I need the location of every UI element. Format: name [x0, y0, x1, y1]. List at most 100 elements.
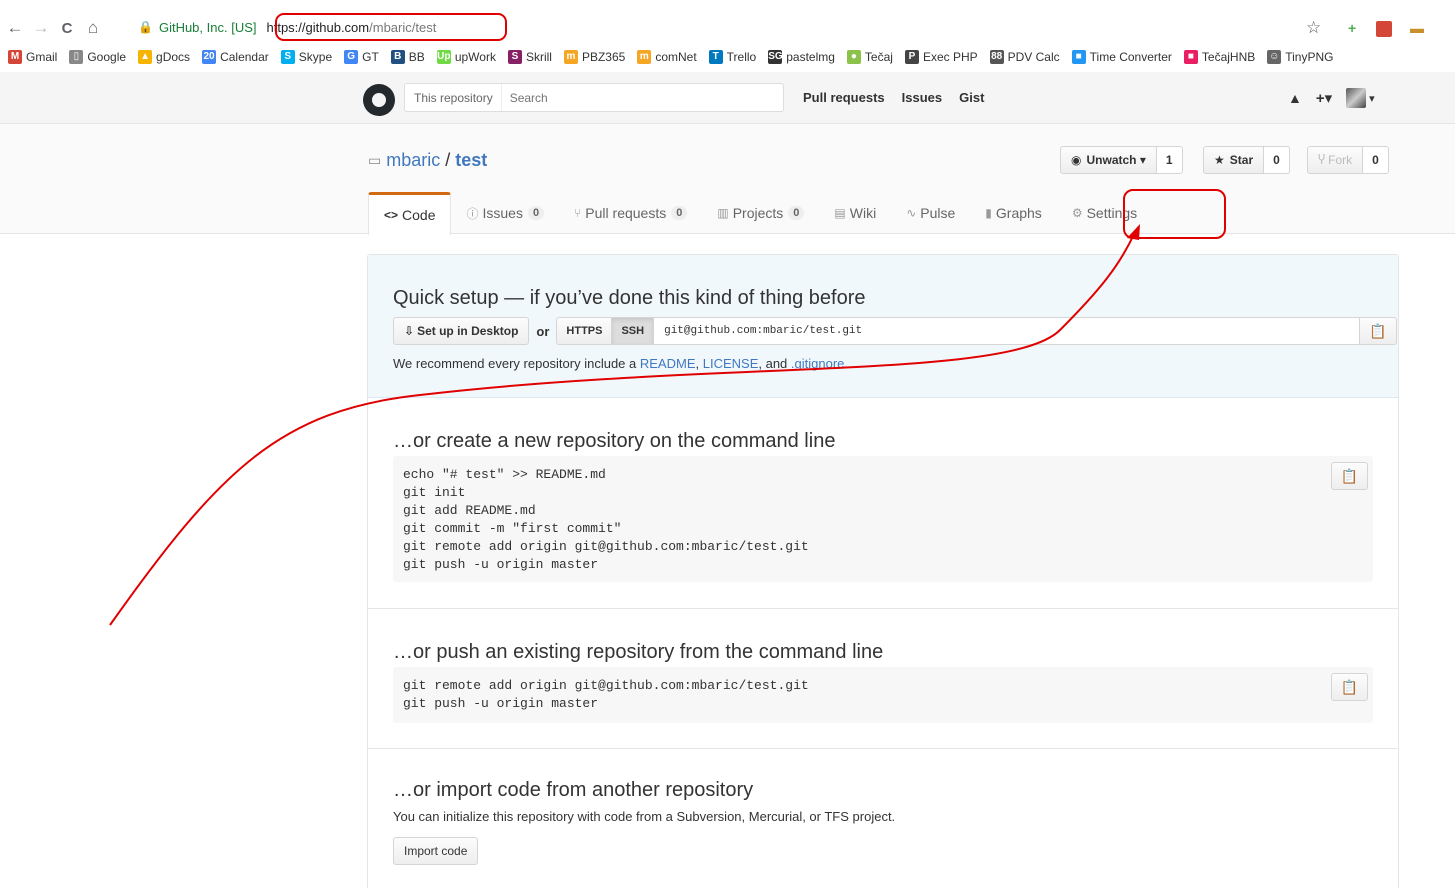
license-link[interactable]: LICENSE — [703, 356, 759, 371]
tab-settings[interactable]: ⚙ Settings — [1057, 192, 1152, 234]
search-input[interactable] — [501, 90, 762, 105]
unwatch-button[interactable]: ◉ Unwatch ▾ — [1060, 146, 1157, 174]
bookmark-item[interactable]: S Skrill — [507, 50, 552, 64]
avatar[interactable] — [1346, 88, 1367, 108]
tab-pulse-icon: ∿ — [906, 206, 917, 220]
bookmark-label: upWork — [454, 50, 496, 64]
bookmark-label: pastelmg — [786, 50, 835, 64]
repo-head: ▭ mbaric / test ◉ Unwatch ▾ 1 ★ Star 0 Ⴤ Fo… — [0, 124, 1455, 235]
tab-graphs-icon: ▮ — [985, 206, 992, 220]
bookmark-item[interactable]: G GT — [344, 50, 379, 64]
bookmark-favicon-icon: G — [344, 50, 359, 64]
repo-owner-link[interactable]: mbaric — [386, 150, 440, 171]
tab-pulse[interactable]: ∿ Pulse — [891, 192, 970, 234]
tab-graphs[interactable]: ▮ Graphs — [970, 192, 1057, 234]
bookmark-label: Google — [87, 50, 127, 64]
forward-icon[interactable]: → — [30, 18, 52, 38]
nav-issues[interactable]: Issues — [902, 90, 942, 105]
tab-counter: 0 — [527, 206, 545, 220]
nav-gist[interactable]: Gist — [959, 90, 984, 105]
tab-code[interactable]: <> Code — [368, 192, 452, 235]
recommend-note: We recommend every repository include a … — [393, 356, 849, 371]
search-box[interactable]: This repository — [404, 83, 784, 112]
bookmark-item[interactable]: M Gmail — [8, 50, 57, 64]
bookmark-label: gDocs — [156, 50, 191, 64]
tab-issues[interactable]: ⓘ Issues 0 — [451, 192, 559, 234]
clipboard-icon[interactable]: 📋 — [1331, 462, 1368, 490]
bookmark-favicon-icon: m — [563, 50, 578, 64]
bookmark-item[interactable]: T Trello — [708, 50, 756, 64]
bookmarks-bar: M Gmail ▯ Google ▲ gDocs 20 Calendar S Skype G GT B B… — [0, 46, 1455, 68]
back-icon[interactable]: ← — [4, 18, 26, 38]
bookmark-item[interactable]: B BB — [390, 50, 425, 64]
bookmark-favicon-icon: T — [708, 50, 723, 64]
extension-bookmark-icon[interactable]: ▬ — [1410, 20, 1424, 36]
bookmark-item[interactable]: ☺ TinyPNG — [1267, 50, 1333, 64]
clipboard-icon[interactable]: 📋 — [1360, 317, 1398, 345]
bookmark-item[interactable]: ■ Time Converter — [1071, 50, 1172, 64]
https-toggle[interactable]: HTTPS — [556, 317, 613, 345]
setup-desktop-button[interactable]: ⇩ Set up in Desktop — [393, 317, 530, 345]
create-section-title: …or create a new repository on the comma… — [393, 430, 836, 452]
watch-count[interactable]: 1 — [1156, 146, 1183, 174]
nav-pull-requests[interactable]: Pull requests — [803, 90, 885, 105]
bookmark-item[interactable]: m comNet — [637, 50, 697, 64]
push-repo-section: …or push an existing repository from the… — [368, 609, 1398, 749]
fork-count[interactable]: 0 — [1363, 146, 1389, 174]
address-bar[interactable]: 🔒 GitHub, Inc. [US] https://github.com/m… — [138, 11, 1338, 43]
import-code-button[interactable]: Import code — [393, 837, 479, 865]
bookmark-item[interactable]: P Exec PHP — [904, 50, 978, 64]
tab-wiki-icon: ▤ — [834, 206, 846, 220]
bookmark-item[interactable]: ■ TečajHNB — [1183, 50, 1255, 64]
import-note: You can initialize this repository with … — [393, 809, 896, 824]
desktop-download-icon: ⇩ — [404, 324, 415, 338]
ssh-toggle[interactable]: SSH — [612, 317, 655, 345]
avatar-caret-icon[interactable]: ▾ — [1369, 92, 1375, 105]
create-new-icon[interactable]: +▾ — [1316, 89, 1332, 107]
reload-icon[interactable]: C — [56, 20, 78, 37]
create-commands[interactable]: echo "# test" >> README.md git init git … — [393, 456, 1373, 574]
repo-icon: ▭ — [368, 152, 382, 168]
push-commands[interactable]: git remote add origin git@github.com:mba… — [393, 667, 1373, 713]
bookmark-favicon-icon: ● — [846, 50, 861, 64]
bookmark-label: comNet — [655, 50, 697, 64]
tab-counter: 0 — [788, 206, 805, 220]
bookmark-item[interactable]: ▲ gDocs — [138, 50, 190, 64]
clone-url-field[interactable]: git@github.com:mbaric/test.git — [654, 317, 1361, 345]
bookmark-favicon-icon: M — [8, 50, 22, 64]
bookmark-item[interactable]: 88 PDV Calc — [989, 50, 1060, 64]
bookmark-item[interactable]: ● Tečaj — [846, 50, 893, 64]
fork-button[interactable]: Ⴤ Fork — [1307, 146, 1364, 174]
bookmark-item[interactable]: S Skype — [280, 50, 332, 64]
tab-projects[interactable]: ▥ Projects 0 — [702, 192, 819, 234]
bookmark-label: GT — [362, 50, 379, 64]
tab-label: Wiki — [849, 205, 877, 221]
readme-link[interactable]: README — [640, 356, 696, 371]
import-section-title: …or import code from another repository — [393, 779, 754, 801]
bell-icon[interactable]: ▲ — [1288, 90, 1302, 106]
home-icon[interactable]: ⌂ — [82, 18, 104, 38]
lock-icon: 🔒 — [138, 20, 153, 34]
star-button[interactable]: ★ Star — [1203, 146, 1265, 174]
gitignore-link[interactable]: .gitignore — [791, 356, 844, 371]
bookmark-item[interactable]: Up upWork — [436, 50, 496, 64]
bookmark-label: PDV Calc — [1007, 50, 1060, 64]
bookmark-favicon-icon: P — [904, 50, 919, 64]
extension-calendar-icon[interactable] — [1376, 21, 1392, 37]
tab-label: Code — [402, 207, 436, 223]
tab-pull-requests[interactable]: ⑂ Pull requests 0 — [559, 192, 702, 234]
star-count[interactable]: 0 — [1264, 146, 1290, 174]
bookmark-item[interactable]: 20 Calendar — [202, 50, 269, 64]
watch-group: ◉ Unwatch ▾ 1 — [1060, 146, 1183, 174]
url-text[interactable]: https://github.com/mbaric/test — [267, 20, 437, 35]
extension-plus-icon[interactable]: + — [1348, 20, 1356, 36]
bookmark-item[interactable]: ▯ Google — [69, 50, 126, 64]
bookmark-label: Gmail — [26, 50, 58, 64]
tab-wiki[interactable]: ▤ Wiki — [819, 192, 891, 234]
bookmark-item[interactable]: SG pastelmg — [768, 50, 835, 64]
bookmark-star-icon[interactable]: ☆ — [1306, 18, 1321, 38]
bookmark-item[interactable]: m PBZ365 — [563, 50, 625, 64]
github-logo-icon[interactable] — [363, 84, 395, 116]
clipboard-icon[interactable]: 📋 — [1331, 673, 1368, 701]
repo-name-link[interactable]: test — [455, 150, 487, 171]
